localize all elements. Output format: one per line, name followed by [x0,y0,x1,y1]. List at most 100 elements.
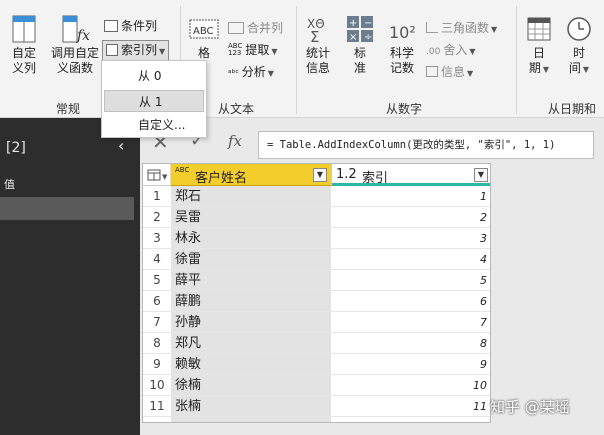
extract-button[interactable]: ABC 123 提取 ▼ [228,42,278,60]
time-button[interactable]: 时 间 ▼ [562,14,596,77]
menu-item-from-0[interactable]: 从 0 [104,65,204,87]
chevron-down-icon: ▼ [542,65,550,74]
table-row[interactable]: 7 孙静 7 [143,312,490,333]
cell-index[interactable]: 1 [331,186,489,207]
cell-customer-name[interactable]: 徐楠 [175,375,201,396]
table-row[interactable]: 8 郑凡 8 [143,333,490,354]
collapse-chevron-icon[interactable]: ‹ [118,136,124,155]
svg-text:fx: fx [76,28,90,44]
table-corner-button[interactable]: ▼ [143,164,171,186]
row-number: 5 [153,273,161,287]
standard-label: 标 准 [353,46,366,75]
divider [516,6,517,114]
column-filter-button[interactable]: ▼ [474,168,488,182]
row-number: 7 [153,315,161,329]
calendar-icon [527,17,551,41]
parse-button[interactable]: ᵃᵇᶜ 分析 ▼ [228,64,274,82]
cell-customer-name[interactable]: 赖敏 [175,354,201,375]
trig-label: 三角函数 [441,21,490,35]
format-button[interactable]: ABC 格 [186,16,222,61]
merge-columns-button[interactable]: 合并列 [228,20,283,36]
information-label: 信息 [441,65,466,79]
fx-icon[interactable]: fx [228,132,242,150]
cell-index[interactable]: 11 [331,396,489,417]
extract-label: 提取 [245,43,270,57]
cell-customer-name[interactable]: 吴雷 [175,207,201,228]
custom-column-button[interactable]: 自定 义列 [4,14,44,76]
chevron-down-icon: ▼ [467,69,474,78]
svg-text:×: × [349,32,357,43]
cell-customer-name[interactable]: 徐雷 [175,249,201,270]
row-number: 6 [153,294,161,308]
menu-item-from-1[interactable]: 从 1 [104,90,204,112]
svg-text:ABC: ABC [193,26,214,37]
table-row[interactable]: 5 薛平 5 [143,270,490,291]
table-row[interactable]: 9 赖敏 9 [143,354,490,375]
rounding-button[interactable]: .00 舍入 ▼ [426,42,476,60]
svg-text:−: − [364,18,372,29]
column-filter-button[interactable]: ▼ [313,168,327,182]
cell-index[interactable]: 10 [331,375,489,396]
menu-item-custom[interactable]: 自定义... [104,114,204,136]
cell-index[interactable]: 9 [331,354,489,375]
cell-customer-name[interactable]: 孙静 [175,312,201,333]
cell-customer-name[interactable]: 薛平 [175,270,201,291]
table-row[interactable]: 10 徐楠 10 [143,375,490,396]
chevron-down-icon: ▼ [491,25,498,34]
watermark: 知乎 @某瑶 [490,398,570,416]
scientific-icon: 10² [389,23,416,42]
selected-query-row[interactable] [0,197,134,220]
cell-index[interactable]: 7 [331,312,489,333]
table-icon: ▼ [147,169,168,181]
table-row[interactable]: 1 郑石 1 [143,186,490,207]
column-header-customer-name[interactable]: ABC 客户姓名 ▼ [171,164,331,186]
cell-customer-name[interactable]: 张楠 [175,396,201,417]
cell-index[interactable]: 8 [331,333,489,354]
scientific-label: 科学 记数 [389,46,414,75]
cell-index[interactable]: 4 [331,249,489,270]
row-number: 11 [149,399,165,413]
clock-icon [567,17,591,41]
cell-customer-name[interactable]: 郑石 [175,186,201,207]
date-button[interactable]: 日 期 ▼ [522,14,556,77]
cell-index[interactable]: 5 [331,270,489,291]
table-row[interactable]: 3 林永 3 [143,228,490,249]
cell-index[interactable]: 2 [331,207,489,228]
chevron-down-icon: ▼ [271,47,278,56]
statistics-label: 统计 信息 [305,46,330,75]
row-number: 3 [153,231,161,245]
index-column-dropdown[interactable]: 索引列 ▼ [102,40,170,62]
text-type-icon: ABC [175,166,189,174]
cell-index[interactable]: 3 [331,228,489,249]
custom-column-icon [12,15,36,43]
conditional-column-button[interactable]: 条件列 [104,18,157,34]
cell-customer-name[interactable]: 薛鹏 [175,291,201,312]
information-button[interactable]: 信息 ▼ [426,64,473,82]
row-number: 10 [149,378,165,392]
table-row[interactable]: 4 徐雷 4 [143,249,490,270]
cell-index[interactable]: 6 [331,291,489,312]
statistics-button[interactable]: XΘ Σ 统计 信息 [300,14,336,76]
group-label-from-text: 从文本 [218,102,255,116]
invoke-function-label: 调用自定 义函数 [50,46,99,75]
cell-customer-name[interactable]: 郑凡 [175,333,201,354]
trig-button[interactable]: 三角函数 ▼ [426,20,497,38]
ribbon: 自定 义列 fx 调用自定 义函数 条件列 索引列 ▼ 常规 ABC 格 合并列 … [0,0,604,118]
formula-bar-input[interactable]: = Table.AddIndexColumn(更改的类型, "索引", 1, 1… [258,131,594,159]
index-column-icon [106,44,118,56]
chevron-down-icon: ▼ [159,47,166,56]
queries-pane-item[interactable]: 值 [4,176,15,192]
queries-pane-title: [2] [6,140,26,156]
table-row[interactable]: 6 薛鹏 6 [143,291,490,312]
svg-text:÷: ÷ [364,32,372,43]
table-row[interactable]: 11 张楠 11 [143,396,490,417]
standard-button[interactable]: + − × ÷ 标 准 [342,14,378,76]
chevron-down-icon: ▼ [582,65,590,74]
cell-customer-name[interactable]: 林永 [175,228,201,249]
column-header-index[interactable]: 1.2 索引 ▼ [331,164,490,186]
invoke-function-button[interactable]: fx 调用自定 义函数 [48,14,102,76]
table-row[interactable]: 2 吴雷 2 [143,207,490,228]
abc123-icon: ABC 123 [228,42,243,57]
scientific-button[interactable]: 10² 科学 记数 [384,14,420,76]
column-header-label: 客户姓名 [195,171,248,186]
